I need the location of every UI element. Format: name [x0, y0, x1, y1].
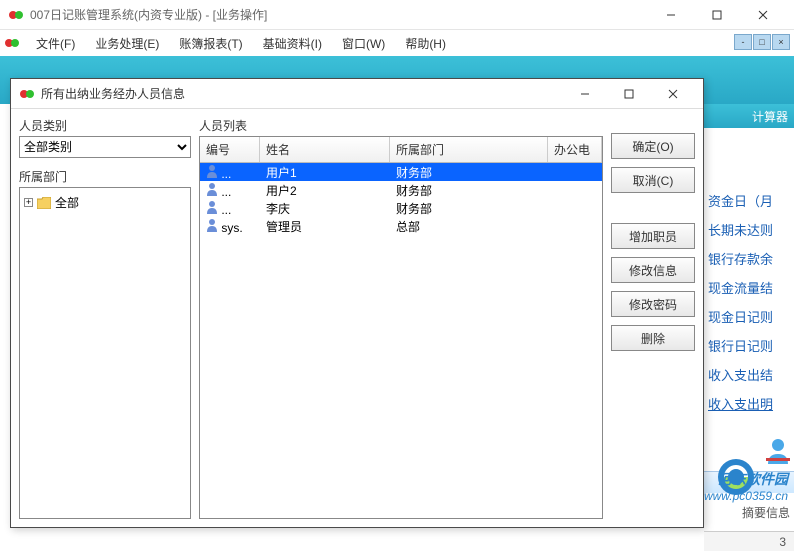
- link-fund-journal[interactable]: 资金日（月: [708, 186, 790, 215]
- cell-office: [548, 170, 602, 174]
- delete-button[interactable]: 删除: [611, 325, 695, 351]
- person-icon: [206, 182, 218, 196]
- dialog-maximize-button[interactable]: [607, 79, 651, 109]
- cell-office: [548, 206, 602, 210]
- person-icon: [206, 200, 218, 214]
- watermark-url: www.pc0359.cn: [704, 489, 788, 503]
- maximize-icon: [624, 89, 634, 99]
- category-label: 人员类别: [19, 117, 191, 134]
- dialog-center-column: 人员列表 编号 姓名 所属部门 办公电 ...用户1财务部 ...用户2财务部 …: [199, 117, 603, 519]
- cell-office: [548, 224, 602, 228]
- dept-label: 所属部门: [19, 168, 191, 185]
- dialog-minimize-button[interactable]: [563, 79, 607, 109]
- col-header-office[interactable]: 办公电: [548, 137, 602, 162]
- mdi-minimize-button[interactable]: -: [734, 34, 752, 50]
- person-avatar-icon: [764, 436, 792, 464]
- edit-info-button[interactable]: 修改信息: [611, 257, 695, 283]
- cell-office: [548, 188, 602, 192]
- cell-code: sys.: [200, 216, 260, 237]
- link-cashflow[interactable]: 现金流量结: [708, 273, 790, 302]
- add-staff-button[interactable]: 增加职员: [611, 223, 695, 249]
- dialog-icon: [19, 86, 35, 102]
- table-row[interactable]: ...用户2财务部: [200, 181, 602, 199]
- cell-name: 管理员: [260, 216, 390, 237]
- link-bank-balance[interactable]: 银行存款余: [708, 244, 790, 273]
- tree-expand-icon[interactable]: +: [24, 198, 33, 207]
- cancel-button[interactable]: 取消(C): [611, 167, 695, 193]
- app-icon: [8, 7, 24, 23]
- list-header: 编号 姓名 所属部门 办公电: [200, 137, 602, 163]
- tree-root-item[interactable]: + 全部: [24, 192, 186, 213]
- dialog-body: 人员类别 全部类别 所属部门 + 全部 人员列表: [11, 109, 703, 527]
- cell-dept: 总部: [390, 216, 548, 237]
- menubar: 文件(F) 业务处理(E) 账簿报表(T) 基础资料(I) 窗口(W) 帮助(H…: [0, 30, 794, 56]
- menu-file[interactable]: 文件(F): [26, 31, 85, 56]
- maximize-icon: [712, 10, 722, 20]
- list-title: 人员列表: [199, 117, 603, 134]
- dialog-button-column: 确定(O) 取消(C) 增加职员 修改信息 修改密码 删除: [611, 117, 695, 519]
- close-button[interactable]: [740, 0, 786, 30]
- link-income-expense-detail[interactable]: 收入支出明: [708, 389, 790, 418]
- right-panel-body: 资金日（月 长期未达则 银行存款余 现金流量结 现金日记则 银行日记则 收入支出…: [704, 176, 794, 422]
- maximize-button[interactable]: [694, 0, 740, 30]
- watermark-text: 河东软件园: [718, 469, 788, 489]
- main-titlebar: 007日记账管理系统(内资专业版) - [业务操作]: [0, 0, 794, 30]
- link-income-expense[interactable]: 收入支出结: [708, 360, 790, 389]
- col-header-name[interactable]: 姓名: [260, 137, 390, 162]
- close-icon: [758, 10, 768, 20]
- table-row[interactable]: ...李庆财务部: [200, 199, 602, 217]
- link-longterm[interactable]: 长期未达则: [708, 215, 790, 244]
- dialog-close-button[interactable]: [651, 79, 695, 109]
- change-password-button[interactable]: 修改密码: [611, 291, 695, 317]
- col-header-code[interactable]: 编号: [200, 137, 260, 162]
- link-cash-journal[interactable]: 现金日记则: [708, 302, 790, 331]
- category-select[interactable]: 全部类别: [19, 136, 191, 158]
- dialog-left-column: 人员类别 全部类别 所属部门 + 全部: [19, 117, 191, 519]
- dept-tree[interactable]: + 全部: [19, 187, 191, 519]
- person-icon: [206, 164, 218, 178]
- tree-root-label: 全部: [55, 194, 79, 211]
- summary-info-label: 摘要信息: [742, 504, 790, 521]
- mdi-close-button[interactable]: ×: [772, 34, 790, 50]
- minimize-button[interactable]: [648, 0, 694, 30]
- mdi-controls: - □ ×: [734, 34, 790, 50]
- minimize-icon: [666, 10, 676, 20]
- main-window-title: 007日记账管理系统(内资专业版) - [业务操作]: [30, 6, 648, 23]
- right-panel-icon-area: [764, 436, 792, 467]
- list-rows: ...用户1财务部 ...用户2财务部 ...李庆财务部 sys.管理员总部: [200, 163, 602, 235]
- status-bar-number: 3: [779, 535, 786, 549]
- link-bank-journal[interactable]: 银行日记则: [708, 331, 790, 360]
- close-icon: [668, 89, 678, 99]
- dialog-title: 所有出纳业务经办人员信息: [41, 85, 563, 102]
- mdi-restore-button[interactable]: □: [753, 34, 771, 50]
- table-row[interactable]: ...用户1财务部: [200, 163, 602, 181]
- menu-help[interactable]: 帮助(H): [395, 31, 456, 56]
- staff-list[interactable]: 编号 姓名 所属部门 办公电 ...用户1财务部 ...用户2财务部 ...李庆…: [199, 136, 603, 519]
- ok-button[interactable]: 确定(O): [611, 133, 695, 159]
- staff-dialog: 所有出纳业务经办人员信息 人员类别 全部类别 所属部门 +: [10, 78, 704, 528]
- toolbar-calculator-label[interactable]: 计算器: [704, 104, 794, 128]
- col-header-dept[interactable]: 所属部门: [390, 137, 548, 162]
- app-icon-small: [4, 35, 20, 51]
- table-row[interactable]: sys.管理员总部: [200, 217, 602, 235]
- minimize-icon: [580, 89, 590, 99]
- folder-icon: [37, 197, 51, 209]
- menu-reports[interactable]: 账簿报表(T): [169, 31, 252, 56]
- person-icon: [206, 218, 218, 232]
- dialog-titlebar: 所有出纳业务经办人员信息: [11, 79, 703, 109]
- menu-business[interactable]: 业务处理(E): [85, 31, 169, 56]
- menu-masterdata[interactable]: 基础资料(I): [253, 31, 332, 56]
- menu-window[interactable]: 窗口(W): [332, 31, 395, 56]
